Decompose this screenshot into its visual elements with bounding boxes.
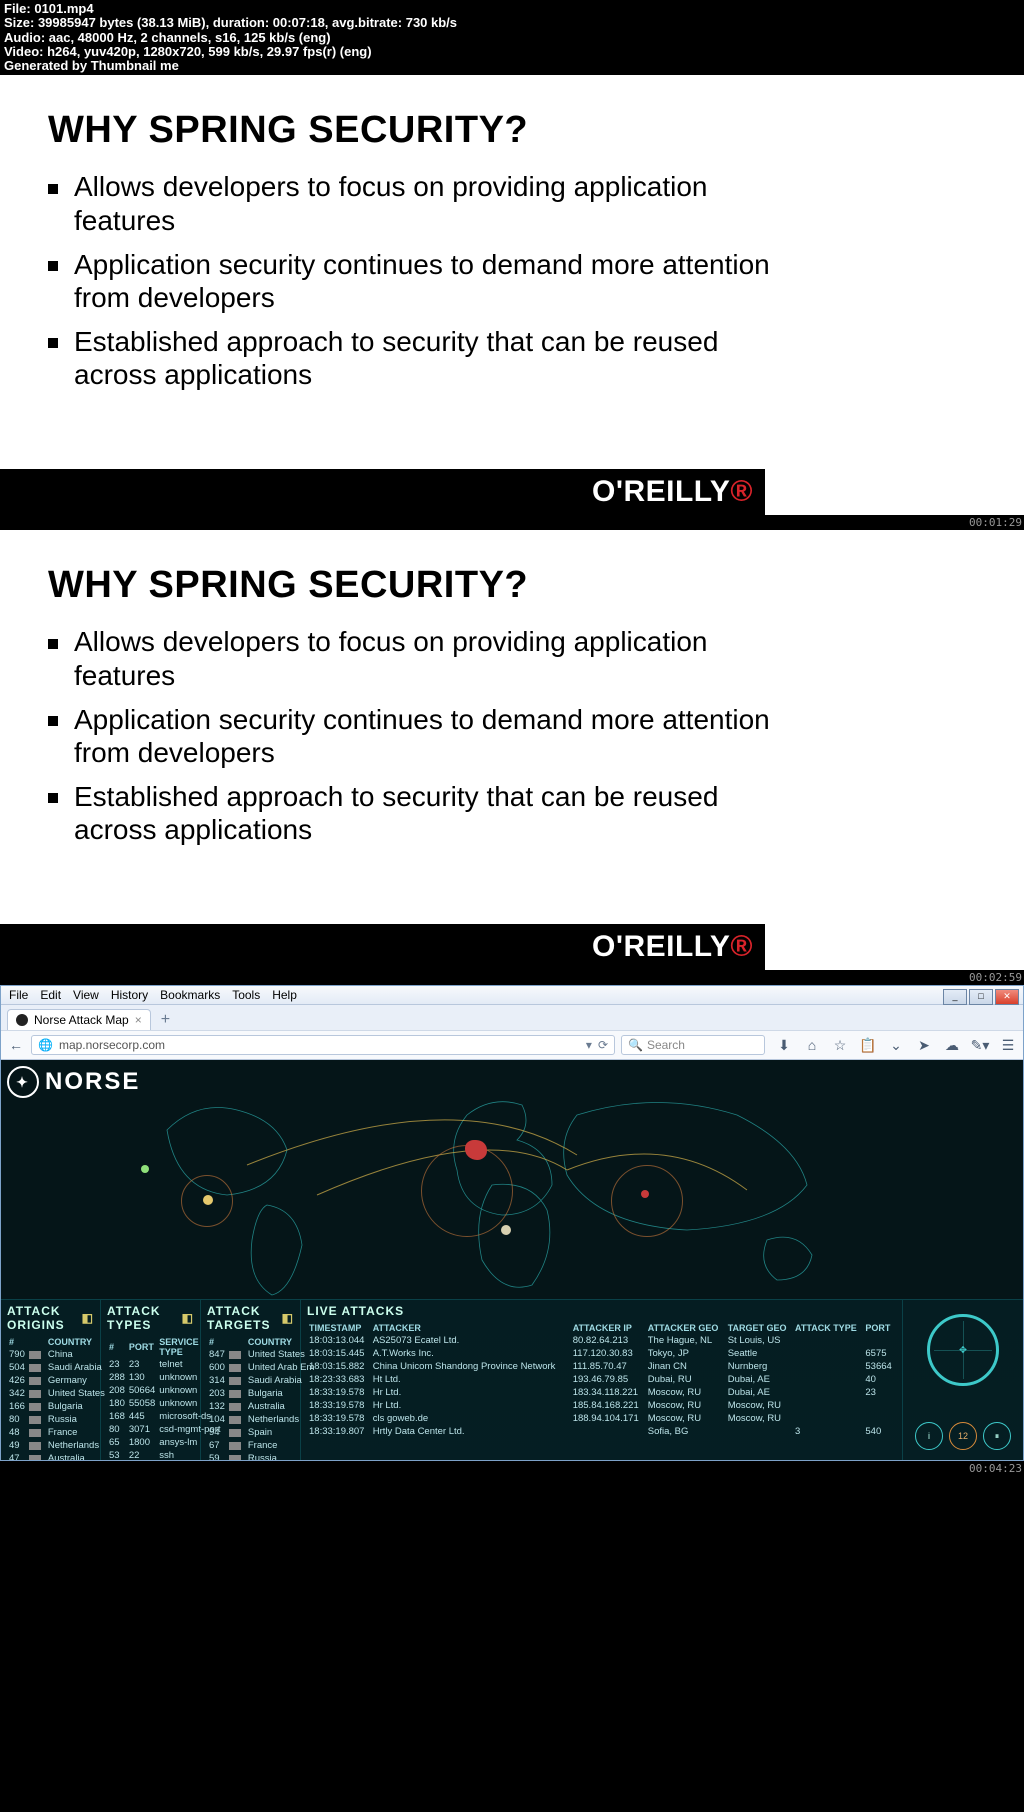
menu-help[interactable]: Help [272,988,297,1002]
panel-title: LIVE ATTACKS [307,1304,404,1318]
slide-bullet: Application security continues to demand… [48,703,794,770]
url-text: map.norsecorp.com [59,1038,165,1052]
slide-bullet: Established approach to security that ca… [48,325,794,392]
panel-title: ATTACK TARGETS [207,1304,276,1332]
chat-icon[interactable]: ☁ [943,1036,961,1054]
slide-bullet: Allows developers to focus on providing … [48,170,794,237]
panel-live-attacks: LIVE ATTACKS TIMESTAMPATTACKERATTACKER I… [301,1300,903,1460]
thumbnail-2-slide: WHY SPRING SECURITY? Allows developers t… [0,530,1024,970]
panel-controls: ✥ i 12 ⏸ [903,1300,1023,1460]
menu-file[interactable]: File [9,988,28,1002]
meta-size: Size: 39985947 bytes (38.13 MiB), durati… [4,16,1020,30]
tab-title: Norse Attack Map [34,1013,129,1027]
globe-icon: 🌐 [38,1038,53,1052]
brand-bar: O'REILLY® [0,924,765,970]
maximize-button[interactable]: □ [969,989,993,1005]
search-placeholder: Search [647,1038,685,1052]
panel-title: ATTACK TYPES [107,1304,176,1332]
bookmark-star-icon[interactable]: ☆ [831,1036,849,1054]
menu-tools[interactable]: Tools [232,988,260,1002]
brush-icon[interactable]: ✎▾ [971,1036,989,1054]
slide-title: WHY SPRING SECURITY? [48,564,976,607]
data-panels: ATTACK ORIGINS◧ #COUNTRY 790China504Saud… [1,1299,1023,1460]
send-icon[interactable]: ➤ [915,1036,933,1054]
menu-view[interactable]: View [73,988,99,1002]
oreilly-logo: O'REILLY® [592,930,753,964]
home-icon[interactable]: ⌂ [803,1036,821,1054]
norse-attack-map-page: ✦ NORSE [1,1060,1023,1460]
tab-favicon [16,1014,28,1026]
meta-video: Video: h264, yuv420p, 1280x720, 599 kb/s… [4,45,1020,59]
slide-bullet: Established approach to security that ca… [48,780,794,847]
chart-icon[interactable]: ◧ [282,1311,294,1325]
menu-history[interactable]: History [111,988,148,1002]
search-box[interactable]: 🔍 Search [621,1035,765,1055]
video-metadata-header: File: 0101.mp4 Size: 39985947 bytes (38.… [0,0,1024,75]
menu-edit[interactable]: Edit [40,988,61,1002]
close-button[interactable]: ✕ [995,989,1019,1005]
thumbnail-3-browser: File Edit View History Bookmarks Tools H… [0,985,1024,1461]
new-tab-button[interactable]: + [157,1011,174,1029]
browser-tab[interactable]: Norse Attack Map × [7,1009,151,1030]
meta-audio: Audio: aac, 48000 Hz, 2 channels, s16, 1… [4,31,1020,45]
address-bar[interactable]: 🌐 map.norsecorp.com ▾ ⟳ [31,1035,615,1055]
oreilly-logo: O'REILLY® [592,475,753,509]
meta-file: File: 0101.mp4 [4,2,1020,16]
slide-title: WHY SPRING SECURITY? [48,109,976,152]
thumbnail-2-timecode: 00:02:59 [0,970,1024,985]
slide-bullet: Allows developers to focus on providing … [48,625,794,692]
thumbnail-3-timecode: 00:04:23 [0,1461,1024,1476]
minimize-button[interactable]: _ [943,989,967,1005]
panel-attack-targets: ATTACK TARGETS◧ #COUNTRY 847United State… [201,1300,301,1460]
chart-icon[interactable]: ◧ [82,1311,94,1325]
reload-button[interactable]: ⟳ [598,1038,608,1052]
panel-title: ATTACK ORIGINS [7,1304,76,1332]
pocket-icon[interactable]: ⌄ [887,1036,905,1054]
downloads-icon[interactable]: ⬇ [775,1036,793,1054]
slide-bullet-list: Allows developers to focus on providing … [48,170,976,392]
window-controls: _ □ ✕ [943,989,1019,1005]
thumbnail-1-timecode: 00:01:29 [0,515,1024,530]
clipboard-icon[interactable]: 📋 [859,1036,877,1054]
chart-icon[interactable]: ◧ [182,1311,194,1325]
tab-strip: Norse Attack Map × + [1,1005,1023,1030]
dropdown-icon[interactable]: ▾ [586,1038,592,1052]
slide-bullet: Application security continues to demand… [48,248,794,315]
menu-bookmarks[interactable]: Bookmarks [160,988,220,1002]
info-button[interactable]: i [915,1422,943,1450]
thumbnail-1-slide: WHY SPRING SECURITY? Allows developers t… [0,75,1024,515]
search-icon: 🔍 [628,1038,643,1052]
panel-attack-types: ATTACK TYPES◧ #PORTSERVICE TYPE 2323teln… [101,1300,201,1460]
slide-bullet-list: Allows developers to focus on providing … [48,625,976,847]
back-button[interactable]: ← [7,1036,25,1054]
counter-badge: 12 [949,1422,977,1450]
tab-close-icon[interactable]: × [135,1013,142,1027]
brand-bar: O'REILLY® [0,469,765,515]
thumbnail-grid: WHY SPRING SECURITY? Allows developers t… [0,75,1024,1476]
panel-attack-origins: ATTACK ORIGINS◧ #COUNTRY 790China504Saud… [1,1300,101,1460]
browser-toolbar: ← 🌐 map.norsecorp.com ▾ ⟳ 🔍 Search ⬇ ⌂ ☆… [1,1030,1023,1060]
browser-menubar: File Edit View History Bookmarks Tools H… [1,986,1023,1005]
meta-generated: Generated by Thumbnail me [4,59,1020,73]
pause-button[interactable]: ⏸ [983,1422,1011,1450]
hamburger-menu-icon[interactable]: ☰ [999,1036,1017,1054]
map-compass-control[interactable]: ✥ [927,1314,999,1386]
